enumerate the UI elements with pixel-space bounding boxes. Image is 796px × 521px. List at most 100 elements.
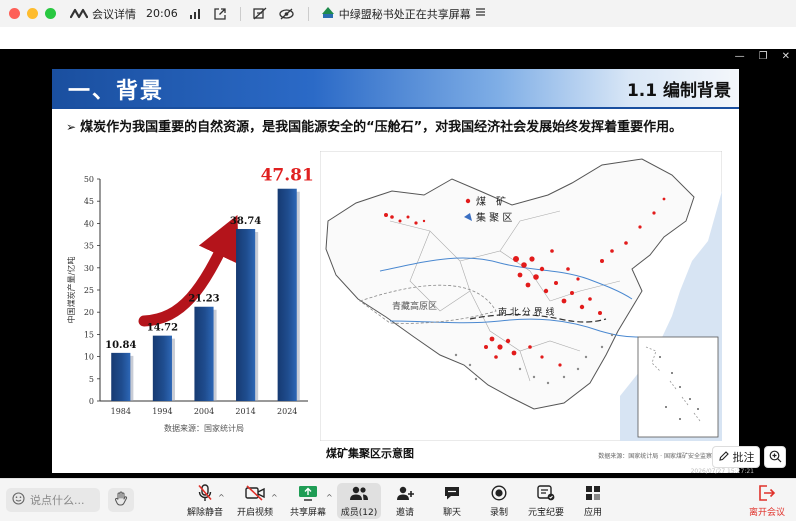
- minor-dot: [454, 353, 458, 357]
- map-caption-row: 煤矿集聚区示意图 数据来源：国家统计局 · 国家煤矿安全监察局: [320, 441, 722, 469]
- signal-strength-icon[interactable]: [189, 8, 202, 19]
- record-button[interactable]: 录制: [477, 483, 521, 519]
- ai-minutes-icon: [537, 483, 555, 503]
- y-tick-label: 25: [84, 286, 94, 295]
- external-window-icon[interactable]: [214, 7, 226, 20]
- leave-door-icon: [758, 483, 776, 503]
- add-user-icon: [396, 483, 414, 503]
- quick-chat-input[interactable]: 说点什么...: [6, 488, 100, 512]
- pen-icon: [718, 450, 730, 465]
- emoji-icon[interactable]: [12, 492, 25, 508]
- bottom-toolbar: 说点什么... 解除静音 ^ 开启视频 ^ 共享屏幕 ^ 成员(12) 邀请 聊…: [0, 478, 796, 521]
- quick-chat-placeholder: 说点什么...: [30, 494, 85, 507]
- hide-view-icon[interactable]: [279, 8, 294, 20]
- topbar-divider: [239, 6, 241, 21]
- record-icon: [491, 483, 507, 503]
- coal-dot: [494, 355, 498, 359]
- y-tick-label: 5: [89, 375, 94, 384]
- coal-dot: [610, 249, 614, 253]
- leave-meeting-button[interactable]: 离开会议: [744, 483, 790, 519]
- coal-output-chart-svg: 0 5 10 15 20 25 30 35 40 45 50 中国煤炭产量/亿吨 10.84 1984 14…: [66, 166, 314, 433]
- bar-value-label: 21.23: [188, 294, 219, 305]
- share-options-chevron[interactable]: ^: [326, 493, 333, 502]
- map-source-note: 数据来源：国家统计局 · 国家煤矿安全监察局: [598, 453, 718, 460]
- coal-dot: [662, 197, 666, 201]
- coal-dot: [489, 336, 495, 342]
- screen-restore-icon[interactable]: ❐: [759, 51, 768, 62]
- bar-value-label: 10.84: [105, 340, 136, 351]
- meeting-logo-icon: [70, 8, 88, 19]
- share-status: 中绿盟秘书处正在共享屏幕: [321, 6, 486, 22]
- share-screen-label: 共享屏幕: [289, 508, 326, 518]
- meeting-clock: 20:06: [146, 7, 178, 20]
- coal-dot: [505, 338, 511, 344]
- close-window-button[interactable]: [9, 8, 20, 19]
- x-tick-label: 2014: [235, 407, 255, 416]
- chat-label: 聊天: [442, 508, 461, 518]
- minimize-window-button[interactable]: [27, 8, 38, 19]
- members-button[interactable]: 成员(12): [337, 483, 381, 519]
- north-south-label: 南 北 分 界 线: [498, 306, 554, 318]
- apps-button[interactable]: 应用: [571, 483, 615, 519]
- meeting-details-label: 会议详情: [92, 7, 136, 21]
- y-tick-label: 20: [84, 308, 94, 317]
- ai-minutes-button[interactable]: 元宝纪要: [524, 483, 568, 519]
- mic-muted-icon: [197, 483, 213, 503]
- chart-source-label: 数据来源：国家统计局: [164, 423, 244, 433]
- minor-dot: [518, 367, 522, 371]
- coal-dot: [579, 304, 585, 310]
- coal-dot: [570, 291, 574, 295]
- audio-options-chevron[interactable]: ^: [218, 493, 225, 502]
- screen-timestamp: 2026/07/27 15:27:21: [690, 468, 754, 475]
- slide-header-underline: [52, 107, 739, 109]
- raise-hand-button[interactable]: [108, 488, 134, 512]
- map-caption: 煤矿集聚区示意图: [326, 447, 414, 460]
- screen-minimize-icon[interactable]: —: [735, 51, 745, 62]
- y-tick-label: 40: [84, 219, 94, 228]
- minor-dot: [562, 375, 566, 379]
- screen-close-icon[interactable]: ✕: [782, 51, 790, 62]
- coal-dot: [539, 266, 545, 272]
- coal-dot: [624, 241, 628, 245]
- coal-dot: [390, 215, 394, 219]
- share-screen-button[interactable]: 共享屏幕: [286, 483, 330, 519]
- coal-cluster-map: 煤 矿 集 聚 区 青藏高原区 南 北 分 界 线: [319, 150, 723, 442]
- zoom-button[interactable]: [764, 446, 786, 468]
- annotation-off-icon[interactable]: [253, 7, 267, 20]
- slide-header: 一、背景 1.1 编制背景: [52, 69, 739, 107]
- plateau-label: 青藏高原区: [392, 300, 437, 312]
- y-tick-label: 15: [84, 330, 94, 339]
- hand-icon: [114, 491, 128, 510]
- maximize-window-button[interactable]: [45, 8, 56, 19]
- coal-dot: [422, 219, 426, 223]
- coal-output-chart: 0 5 10 15 20 25 30 35 40 45 50 中国煤炭产量/亿吨 10.84 1984 14…: [52, 151, 322, 473]
- invite-button[interactable]: 邀请: [383, 483, 427, 519]
- share-menu-icon[interactable]: [475, 7, 486, 20]
- slide-title: 一、背景: [68, 79, 165, 104]
- annotate-label: 批注: [732, 451, 755, 464]
- bar: [152, 335, 172, 401]
- chat-button[interactable]: 聊天: [430, 483, 474, 519]
- x-tick-label: 2024: [277, 407, 297, 416]
- x-tick-label: 1984: [111, 407, 131, 416]
- bar: [236, 228, 256, 401]
- legend-coal-label: 煤 矿: [476, 195, 506, 208]
- members-label: 成员(12): [340, 508, 378, 518]
- y-tick-label: 0: [89, 397, 94, 406]
- apps-grid-icon: [585, 483, 601, 503]
- coal-dot: [540, 355, 544, 359]
- bar: [111, 352, 131, 401]
- coal-dot: [533, 274, 539, 280]
- slide-bullet: ➢ 煤炭作为我国重要的自然资源，是我国能源安全的“压舱石”，对我国经济社会发展始终…: [66, 117, 726, 138]
- video-options-chevron[interactable]: ^: [271, 493, 278, 502]
- annotate-button[interactable]: 批注: [712, 446, 760, 468]
- minor-dot: [576, 367, 580, 371]
- minor-dot: [546, 381, 550, 385]
- meeting-details-button[interactable]: 会议详情: [70, 6, 136, 22]
- island-dot: [697, 408, 699, 410]
- coal-dot: [497, 344, 503, 350]
- window-controls: [9, 8, 56, 19]
- meeting-window: 会议详情 20:06 中绿盟秘书处正在共享屏幕 — ❐ ✕ 一、背景 1.1 编…: [0, 0, 796, 521]
- share-status-text: 中绿盟秘书处正在共享屏幕: [338, 7, 471, 21]
- minor-dot: [532, 375, 536, 379]
